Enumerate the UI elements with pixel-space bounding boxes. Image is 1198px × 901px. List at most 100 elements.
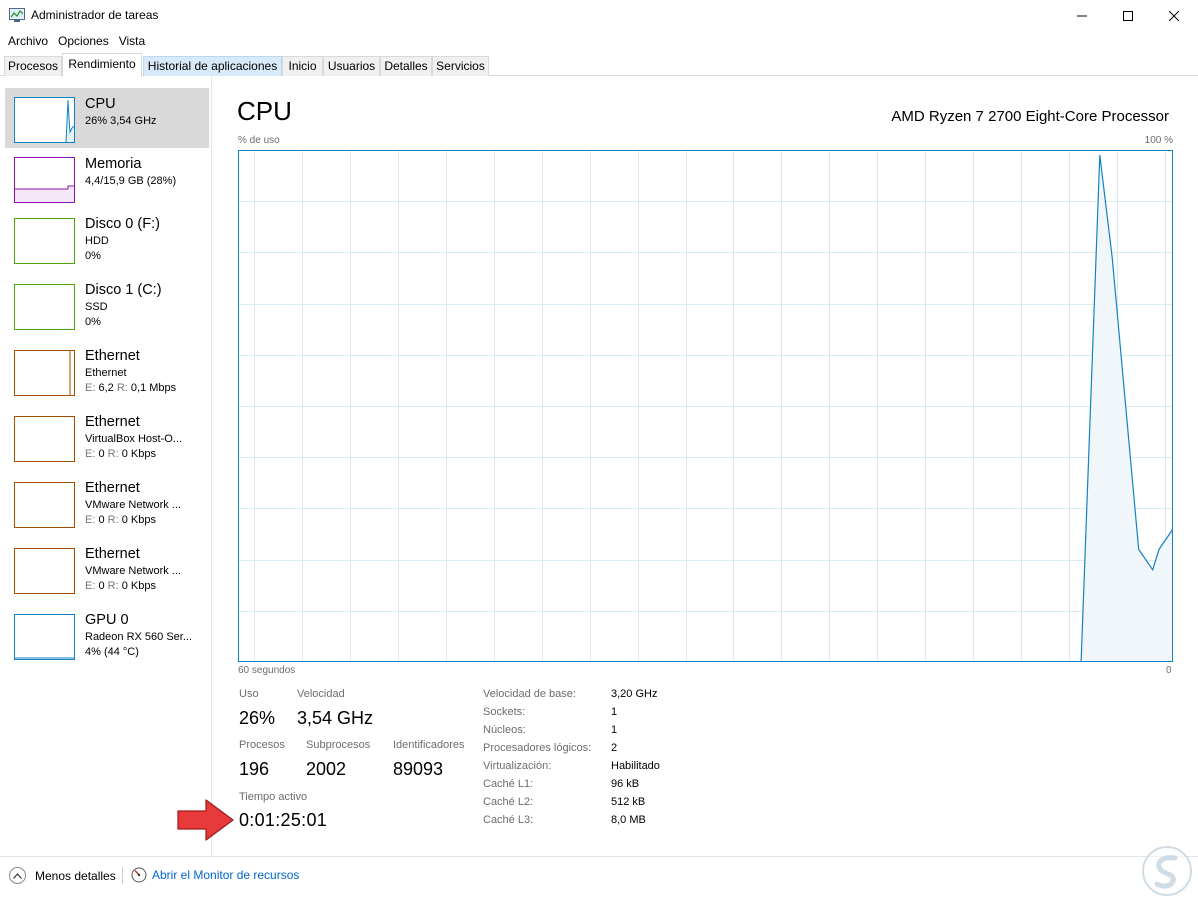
sidebar-item-disco-1[interactable]: Disco 1 (C:) SSD 0%	[5, 274, 209, 340]
spec-value: 2	[611, 742, 618, 754]
velocidad-label: Velocidad	[297, 688, 345, 700]
x-axis-right-label: 0	[1166, 665, 1172, 676]
maximize-button[interactable]	[1105, 0, 1151, 31]
spec-label: Caché L1:	[483, 778, 534, 790]
sidebar-item-detail: 26% 3,54 GHz	[85, 115, 157, 127]
ethernet-thumbnail-graph	[14, 350, 75, 396]
sidebar-item-title: Ethernet	[85, 414, 140, 430]
spec-label: Caché L3:	[483, 814, 534, 826]
spec-label: Caché L2:	[483, 796, 534, 808]
minimize-button[interactable]	[1059, 0, 1105, 31]
cpu-usage-area	[238, 155, 1173, 662]
uso-label: Uso	[239, 688, 259, 700]
sidebar-item-title: Disco 1 (C:)	[85, 282, 162, 298]
page-title: CPU	[237, 96, 292, 126]
watermark-logo-icon	[1142, 846, 1192, 896]
sidebar-item-ethernet-2[interactable]: Ethernet VirtualBox Host-O... E: 0 R: 0 …	[5, 406, 209, 472]
disk-thumbnail-graph	[14, 284, 75, 330]
sidebar-item-throughput: E: 0 R: 0 Kbps	[85, 448, 156, 460]
less-details-button[interactable]: Menos detalles	[9, 867, 116, 884]
resource-monitor-label: Abrir el Monitor de recursos	[152, 868, 300, 882]
sidebar-item-gpu-0[interactable]: GPU 0 Radeon RX 560 Ser... 4% (44 °C)	[5, 604, 209, 670]
spec-value: 96 kB	[611, 778, 640, 790]
subprocesos-label: Subprocesos	[306, 739, 371, 751]
sidebar-item-ethernet-4[interactable]: Ethernet VMware Network ... E: 0 R: 0 Kb…	[5, 538, 209, 604]
bottom-separator	[122, 867, 123, 884]
cpu-usage-line	[238, 155, 1173, 662]
menu-archivo[interactable]: Archivo	[3, 31, 53, 51]
velocidad-value: 3,54 GHz	[297, 708, 374, 728]
minimize-icon	[1077, 15, 1087, 16]
spec-value: 1	[611, 724, 618, 736]
graph-grid	[238, 150, 1173, 662]
cpu-thumbnail-graph	[14, 97, 75, 143]
memory-thumbnail-graph	[14, 157, 75, 203]
resource-sidebar: CPU 26% 3,54 GHz Memoria 4,4/15,9 GB (28…	[0, 76, 212, 856]
sidebar-item-cpu[interactable]: CPU 26% 3,54 GHz	[5, 88, 209, 148]
less-details-label: Menos detalles	[35, 868, 116, 883]
sidebar-item-memoria[interactable]: Memoria 4,4/15,9 GB (28%)	[5, 148, 209, 208]
close-icon	[1169, 10, 1179, 21]
x-axis-left-label: 60 segundos	[238, 665, 296, 676]
close-button[interactable]	[1151, 0, 1197, 31]
sidebar-item-adapter: Ethernet	[85, 367, 127, 379]
maximize-icon	[1123, 10, 1133, 21]
procesos-value: 196	[239, 759, 270, 779]
tiempo-activo-label: Tiempo activo	[239, 791, 308, 803]
processor-name: AMD Ryzen 7 2700 Eight-Core Processor	[891, 108, 1169, 125]
cpu-usage-graph	[238, 150, 1173, 662]
gpu-thumbnail-graph	[14, 614, 75, 660]
ethernet-thumbnail-graph	[14, 482, 75, 528]
sidebar-item-title: Memoria	[85, 156, 142, 172]
sidebar-item-adapter: VMware Network ...	[85, 565, 181, 577]
menu-vista[interactable]: Vista	[114, 31, 150, 51]
spec-value: 3,20 GHz	[611, 688, 658, 700]
sidebar-item-type: HDD	[85, 235, 109, 247]
identificadores-value: 89093	[393, 759, 444, 779]
sidebar-item-title: Ethernet	[85, 348, 140, 364]
sidebar-item-ethernet-3[interactable]: Ethernet VMware Network ... E: 0 R: 0 Kb…	[5, 472, 209, 538]
annotation-arrow-icon	[177, 799, 234, 841]
ethernet-thumbnail-graph	[14, 548, 75, 594]
sidebar-item-title: CPU	[85, 96, 116, 112]
sidebar-item-throughput: E: 0 R: 0 Kbps	[85, 514, 156, 526]
tab-detalles[interactable]: Detalles	[380, 56, 432, 76]
sidebar-item-title: Ethernet	[85, 480, 140, 496]
tab-historial-aplicaciones[interactable]: Historial de aplicaciones	[143, 56, 282, 76]
procesos-label: Procesos	[239, 739, 285, 751]
tab-procesos[interactable]: Procesos	[4, 56, 62, 76]
tab-inicio[interactable]: Inicio	[282, 56, 323, 76]
spec-value: 8,0 MB	[611, 814, 646, 826]
sidebar-item-title: Ethernet	[85, 546, 140, 562]
sidebar-item-adapter: Radeon RX 560 Ser...	[85, 631, 193, 643]
sidebar-item-ethernet-1[interactable]: Ethernet Ethernet E: 6,2 R: 0,1 Mbps	[5, 340, 209, 406]
sidebar-item-usage: 4% (44 °C)	[85, 646, 139, 658]
chevron-up-icon	[9, 867, 26, 884]
uso-value: 26%	[239, 708, 276, 728]
spec-value: 512 kB	[611, 796, 646, 808]
tab-rendimiento[interactable]: Rendimiento	[62, 53, 142, 77]
sidebar-item-title: GPU 0	[85, 612, 129, 628]
menu-opciones[interactable]: Opciones	[53, 31, 114, 51]
spec-label: Procesadores lógicos:	[483, 742, 592, 754]
disk-thumbnail-graph	[14, 218, 75, 264]
spec-label: Velocidad de base:	[483, 688, 576, 700]
spec-label: Virtualización:	[483, 760, 552, 772]
resource-monitor-icon	[131, 867, 147, 883]
tab-servicios[interactable]: Servicios	[432, 56, 489, 76]
sidebar-item-adapter: VMware Network ...	[85, 499, 181, 511]
tab-usuarios[interactable]: Usuarios	[323, 56, 380, 76]
sidebar-item-throughput: E: 0 R: 0 Kbps	[85, 580, 156, 592]
menu-bar: Archivo Opciones Vista	[0, 31, 1198, 51]
sidebar-item-usage: 0%	[85, 316, 101, 328]
sidebar-item-disco-0[interactable]: Disco 0 (F:) HDD 0%	[5, 208, 209, 274]
sidebar-item-usage: 0%	[85, 250, 101, 262]
spec-value: 1	[611, 706, 618, 718]
title-bar: Administrador de tareas	[0, 0, 1198, 31]
sidebar-item-detail: 4,4/15,9 GB (28%)	[85, 175, 177, 187]
sidebar-item-title: Disco 0 (F:)	[85, 216, 160, 232]
identificadores-label: Identificadores	[393, 739, 465, 751]
y-axis-label: % de uso	[238, 135, 280, 146]
tab-bar: Procesos Rendimiento Historial de aplica…	[0, 53, 1198, 77]
resource-monitor-link[interactable]: Abrir el Monitor de recursos	[131, 867, 299, 883]
